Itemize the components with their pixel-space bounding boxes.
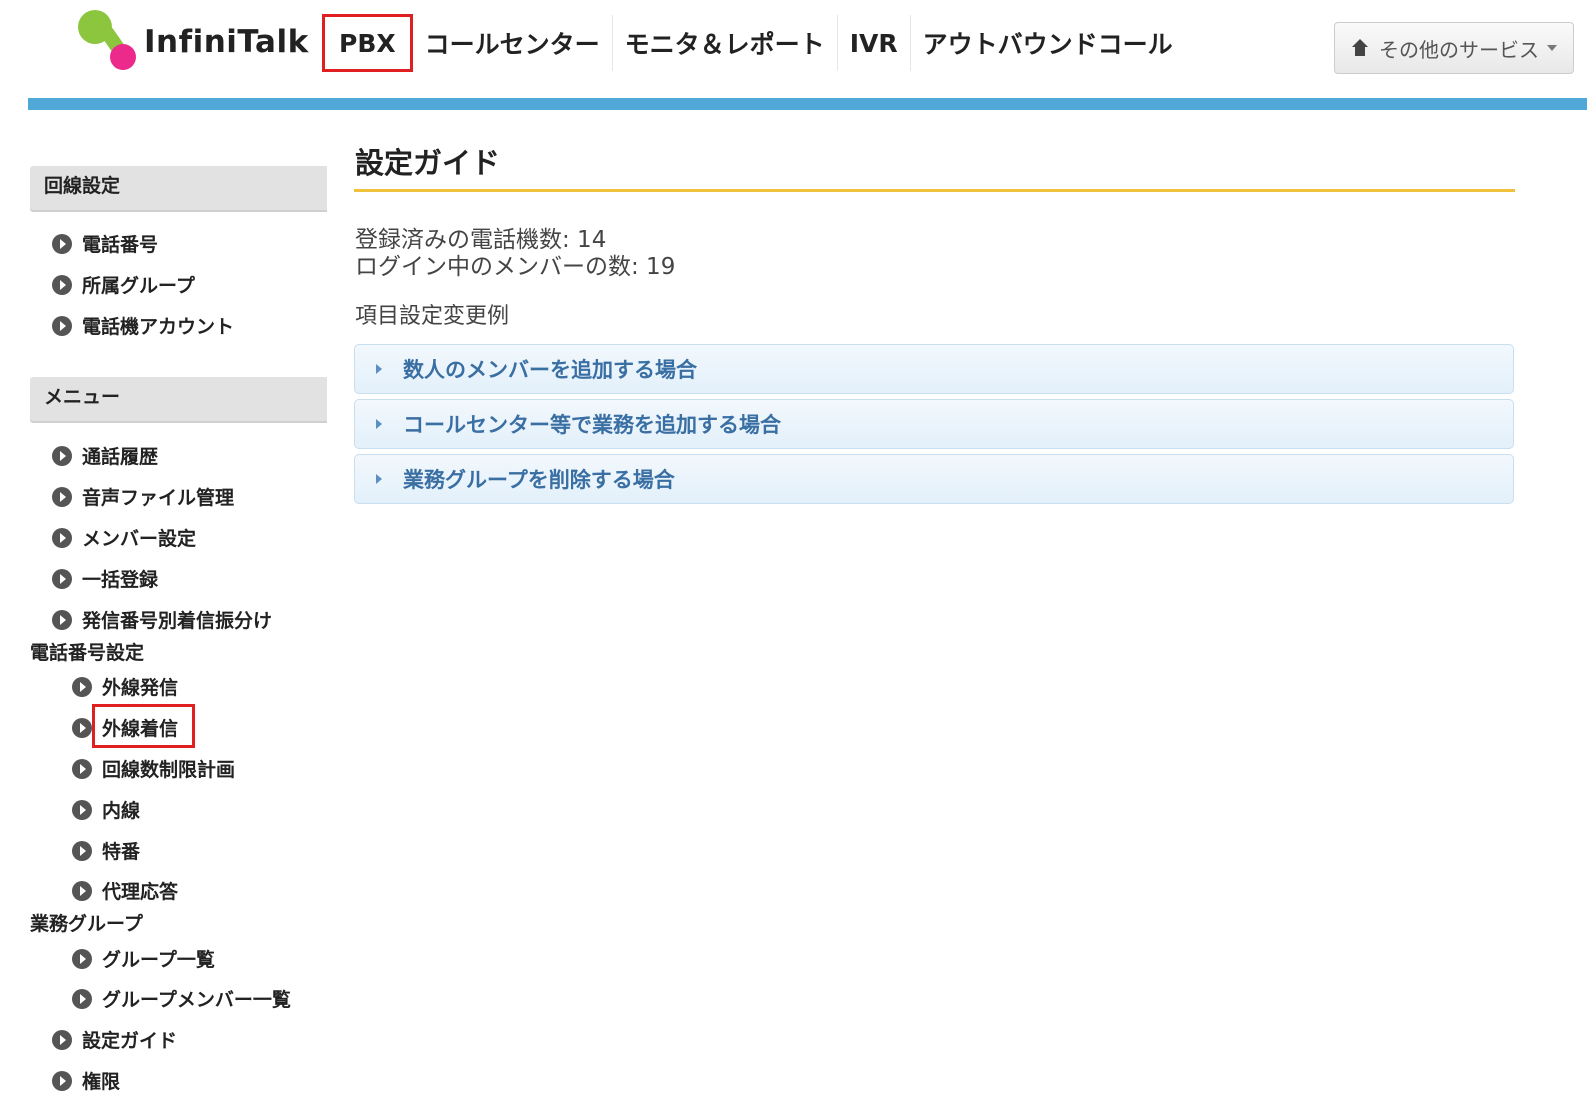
sidebar-item-call-history[interactable]: 通話履歴 bbox=[52, 442, 158, 469]
sidebar-item-special-number[interactable]: 特番 bbox=[72, 837, 140, 864]
arrow-circle-icon bbox=[72, 840, 92, 861]
arrow-circle-icon bbox=[52, 315, 72, 336]
sidebar-item-phone-account[interactable]: 電話機アカウント bbox=[52, 312, 234, 339]
sidebar-item-routing-by-caller[interactable]: 発信番号別着信振分け bbox=[52, 606, 272, 633]
logo-green-dot bbox=[78, 10, 112, 44]
sidebar-item-group-list[interactable]: グループ一覧 bbox=[72, 945, 215, 972]
sidebar-item-label: 内線 bbox=[102, 800, 141, 822]
other-services-label: その他のサービス bbox=[1379, 37, 1539, 62]
sidebar-item-label: 設定ガイド bbox=[82, 1030, 178, 1052]
sidebar-item-label: メンバー設定 bbox=[82, 528, 197, 550]
logged-in-members-count: ログイン中のメンバーの数: 19 bbox=[355, 254, 676, 280]
accordion-label: 数人のメンバーを追加する場合 bbox=[403, 358, 697, 382]
other-services-button[interactable]: その他のサービス bbox=[1334, 22, 1574, 74]
sidebar-section-line-settings: 回線設定 bbox=[30, 166, 327, 210]
accordion-label: 業務グループを削除する場合 bbox=[403, 468, 675, 492]
sidebar-item-proxy-answer[interactable]: 代理応答 bbox=[72, 877, 178, 904]
sidebar-item-label: 所属グループ bbox=[82, 275, 195, 297]
triangle-right-icon bbox=[376, 474, 382, 484]
sidebar-item-label: 電話番号 bbox=[82, 234, 159, 256]
sidebar-item-label: 外線発信 bbox=[102, 677, 179, 699]
sidebar-item-permissions[interactable]: 権限 bbox=[52, 1067, 120, 1094]
arrow-circle-icon bbox=[52, 527, 72, 548]
sidebar-item-line-limit-plan[interactable]: 回線数制限計画 bbox=[72, 755, 235, 782]
sidebar-group-business-groups: 業務グループ bbox=[30, 913, 143, 935]
arrow-circle-icon bbox=[72, 758, 92, 779]
inbound-highlight-box bbox=[92, 704, 195, 748]
sidebar-item-label: グループメンバー一覧 bbox=[102, 989, 291, 1011]
sidebar-item-label: 発信番号別着信振分け bbox=[82, 610, 273, 632]
sidebar-item-label: 代理応答 bbox=[102, 881, 179, 903]
arrow-circle-icon bbox=[52, 1070, 72, 1091]
sidebar-item-group[interactable]: 所属グループ bbox=[52, 271, 195, 298]
sidebar-item-audio-files[interactable]: 音声ファイル管理 bbox=[52, 483, 234, 510]
arrow-circle-icon bbox=[72, 948, 92, 969]
sidebar-item-label: 音声ファイル管理 bbox=[82, 487, 235, 509]
arrow-circle-icon bbox=[52, 445, 72, 466]
arrow-circle-icon bbox=[52, 486, 72, 507]
sidebar-item-bulk-register[interactable]: 一括登録 bbox=[52, 565, 158, 592]
arrow-circle-icon bbox=[72, 880, 92, 901]
accordion-delete-group[interactable]: 業務グループを削除する場合 bbox=[354, 454, 1514, 504]
sidebar-item-label: 特番 bbox=[102, 841, 141, 863]
accordion-add-business[interactable]: コールセンター等で業務を追加する場合 bbox=[354, 399, 1514, 449]
sidebar-item-member-settings[interactable]: メンバー設定 bbox=[52, 524, 196, 551]
sidebar-item-label: 電話機アカウント bbox=[82, 316, 235, 338]
nav-monitor-report[interactable]: モニタ＆レポート bbox=[613, 15, 838, 71]
sidebar-item-label: 権限 bbox=[82, 1071, 121, 1093]
accordion-add-members[interactable]: 数人のメンバーを追加する場合 bbox=[354, 344, 1514, 394]
page-title: 設定ガイド bbox=[355, 146, 501, 180]
sidebar-item-group-member-list[interactable]: グループメンバー一覧 bbox=[72, 985, 291, 1012]
nav-pbx[interactable]: PBX bbox=[322, 14, 413, 72]
nav-outbound-call[interactable]: アウトバウンドコール bbox=[911, 15, 1185, 71]
arrow-circle-icon bbox=[52, 568, 72, 589]
sidebar-group-phone-settings: 電話番号設定 bbox=[30, 642, 145, 664]
sidebar-item-label: 回線数制限計画 bbox=[102, 759, 236, 781]
arrow-circle-icon bbox=[52, 274, 72, 295]
arrow-circle-icon bbox=[52, 1029, 72, 1050]
sidebar-item-label: 通話履歴 bbox=[82, 446, 159, 468]
arrow-circle-icon bbox=[72, 717, 92, 738]
sidebar-item-phone-number[interactable]: 電話番号 bbox=[52, 230, 158, 257]
logo-pink-dot bbox=[110, 44, 136, 70]
header-accent-bar bbox=[28, 98, 1587, 110]
arrow-circle-icon bbox=[72, 988, 92, 1009]
nav-ivr[interactable]: IVR bbox=[838, 15, 911, 71]
triangle-right-icon bbox=[376, 419, 382, 429]
sidebar-item-outbound[interactable]: 外線発信 bbox=[72, 673, 178, 700]
nav-call-center[interactable]: コールセンター bbox=[413, 15, 613, 71]
examples-heading: 項目設定変更例 bbox=[355, 304, 510, 329]
arrow-circle-icon bbox=[72, 676, 92, 697]
arrow-circle-icon bbox=[72, 799, 92, 820]
title-divider bbox=[354, 189, 1515, 192]
triangle-right-icon bbox=[376, 364, 382, 374]
home-icon bbox=[1351, 39, 1369, 57]
infinitalk-logo[interactable]: InfiniTalk bbox=[78, 8, 308, 72]
accordion-label: コールセンター等で業務を追加する場合 bbox=[403, 413, 781, 437]
arrow-circle-icon bbox=[52, 609, 72, 630]
sidebar-section-menu: メニュー bbox=[30, 377, 327, 421]
sidebar-item-setup-guide[interactable]: 設定ガイド bbox=[52, 1026, 177, 1053]
header: InfiniTalk PBX コールセンター モニタ＆レポート IVR アウトバ… bbox=[0, 0, 1587, 100]
arrow-circle-icon bbox=[52, 233, 72, 254]
sidebar-item-label: グループ一覧 bbox=[102, 949, 215, 971]
main-nav: PBX コールセンター モニタ＆レポート IVR アウトバウンドコール bbox=[322, 10, 1185, 76]
caret-down-icon bbox=[1547, 45, 1557, 51]
sidebar-item-label: 一括登録 bbox=[82, 569, 159, 591]
logo-text: InfiniTalk bbox=[144, 24, 309, 60]
sidebar-item-extension[interactable]: 内線 bbox=[72, 796, 140, 823]
